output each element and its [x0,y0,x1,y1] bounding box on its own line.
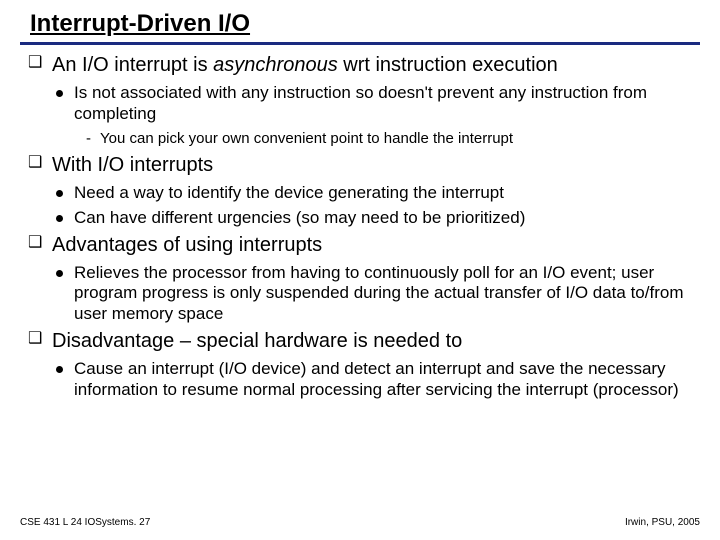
subsub-list: You can pick your own convenient point t… [74,130,694,149]
sub-text: Cause an interrupt (I/O device) and dete… [74,359,679,399]
bullet-item: An I/O interrupt is asynchronous wrt ins… [26,53,694,149]
sub-text: Need a way to identify the device genera… [74,183,504,202]
slide-title: Interrupt-Driven I/O [20,10,700,42]
bullet-item: Disadvantage – special hardware is neede… [26,329,694,400]
sub-item: Cause an interrupt (I/O device) and dete… [52,359,694,400]
sub-list: Need a way to identify the device genera… [52,183,694,228]
sub-item: Relieves the processor from having to co… [52,263,694,325]
bullet-text: With I/O interrupts [52,154,213,176]
bullet-text-em: asynchronous [213,54,338,76]
footer-left: CSE 431 L 24 IOSystems. 27 [20,517,150,528]
sub-list: Relieves the processor from having to co… [52,263,694,325]
subsub-item: You can pick your own convenient point t… [84,130,694,149]
title-rule [20,42,700,45]
footer: CSE 431 L 24 IOSystems. 27 Irwin, PSU, 2… [20,517,700,528]
sub-text: Is not associated with any instruction s… [74,83,647,123]
sub-item: Need a way to identify the device genera… [52,183,694,204]
sub-item: Can have different urgencies (so may nee… [52,208,694,229]
sub-text: Can have different urgencies (so may nee… [74,208,525,227]
bullet-text: Disadvantage – special hardware is neede… [52,330,462,352]
bullet-text-post: wrt instruction execution [338,54,558,76]
footer-right: Irwin, PSU, 2005 [625,517,700,528]
bullet-item: Advantages of using interrupts Relieves … [26,233,694,325]
sub-item: Is not associated with any instruction s… [52,83,694,149]
bullet-text: Advantages of using interrupts [52,234,322,256]
slide: Interrupt-Driven I/O An I/O interrupt is… [0,0,720,540]
sub-text: Relieves the processor from having to co… [74,263,684,323]
subsub-text: You can pick your own convenient point t… [100,130,513,147]
bullet-text-pre: An I/O interrupt is [52,54,213,76]
bullet-list: An I/O interrupt is asynchronous wrt ins… [20,53,700,400]
sub-list: Is not associated with any instruction s… [52,83,694,149]
bullet-item: With I/O interrupts Need a way to identi… [26,153,694,228]
sub-list: Cause an interrupt (I/O device) and dete… [52,359,694,400]
